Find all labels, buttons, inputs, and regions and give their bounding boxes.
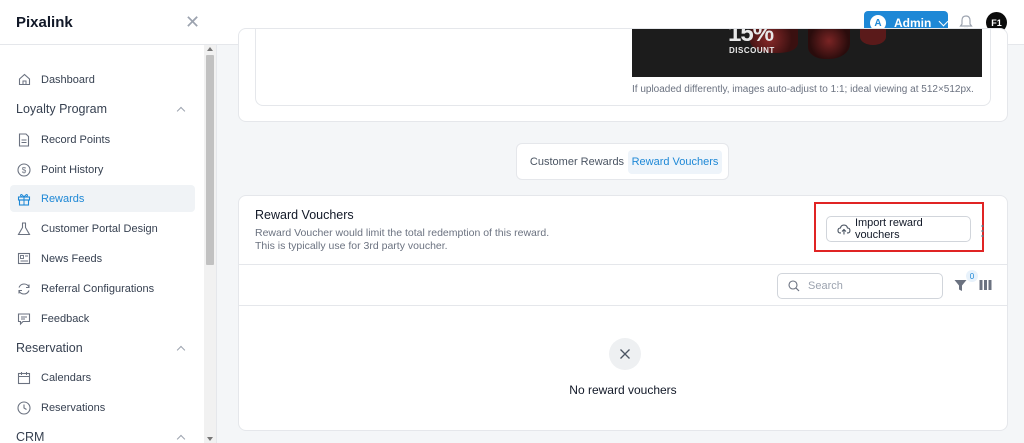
- image-upload-panel: 15% DISCOUNT If uploaded differently, im…: [255, 29, 991, 106]
- sidebar-item-label: Feedback: [41, 312, 90, 325]
- empty-state-text: No reward vouchers: [569, 383, 677, 397]
- sidebar-item-record-points[interactable]: Record Points: [10, 126, 195, 153]
- reward-image[interactable]: 15% DISCOUNT: [632, 29, 982, 77]
- search-input[interactable]: [808, 280, 928, 292]
- filter-count-badge: 0: [966, 270, 978, 282]
- sidebar-item-rewards[interactable]: Rewards: [10, 185, 195, 212]
- app-logo[interactable]: Pixalink: [16, 14, 73, 31]
- chevron-up-icon: [176, 345, 186, 354]
- sidebar-item-label: Referral Configurations: [41, 282, 155, 295]
- comment-icon: [17, 312, 31, 326]
- tab-reward-vouchers[interactable]: Reward Vouchers: [628, 150, 722, 174]
- gift-icon: [17, 192, 31, 206]
- sidebar-item-label: News Feeds: [41, 252, 103, 265]
- filter-icon[interactable]: [954, 279, 967, 292]
- document-icon: [17, 132, 31, 147]
- empty-state-close-icon: [609, 338, 641, 370]
- sidebar-item-label: Point History: [41, 163, 104, 176]
- section-loyalty-program[interactable]: Loyalty Program: [16, 99, 188, 119]
- sidebar-item-dashboard[interactable]: Dashboard: [10, 66, 195, 93]
- scrollbar-thumb[interactable]: [206, 55, 214, 265]
- search-icon: [788, 280, 800, 292]
- image-meat-shape: [860, 29, 886, 45]
- home-icon: [17, 73, 31, 87]
- tab-customer-rewards[interactable]: Customer Rewards: [525, 150, 629, 174]
- more-vertical-icon[interactable]: [981, 224, 984, 238]
- sidebar-item-label: Reservations: [41, 401, 106, 414]
- sidebar-item-label: Record Points: [41, 133, 111, 146]
- search-field[interactable]: [777, 273, 943, 299]
- reward-image-card: 15% DISCOUNT If uploaded differently, im…: [238, 28, 1008, 122]
- section-title: Reward Vouchers: [255, 208, 354, 222]
- section-label: Loyalty Program: [16, 102, 108, 116]
- dollar-circle-icon: $: [17, 162, 31, 177]
- sidebar-item-reservations[interactable]: Reservations: [10, 394, 195, 421]
- chevron-down-icon: [938, 16, 949, 26]
- chevron-up-icon: [176, 434, 186, 443]
- chevron-up-icon: [176, 106, 186, 115]
- sidebar-item-label: Customer Portal Design: [41, 222, 158, 235]
- flask-icon: [17, 221, 31, 236]
- sidebar-item-label: Dashboard: [41, 73, 95, 86]
- section-description: This is typically use for 3rd party vouc…: [255, 240, 448, 252]
- image-size-hint: If uploaded differently, images auto-adj…: [632, 84, 974, 95]
- sidebar-scrollbar[interactable]: [204, 45, 216, 443]
- section-crm[interactable]: CRM: [16, 427, 188, 443]
- columns-icon[interactable]: [979, 279, 992, 291]
- divider: [239, 305, 1007, 306]
- cloud-upload-icon: [837, 224, 851, 235]
- reward-tabs: Customer Rewards Reward Vouchers: [516, 143, 729, 180]
- sidebar-item-news-feeds[interactable]: News Feeds: [10, 245, 195, 272]
- sidebar-item-point-history[interactable]: $ Point History: [10, 156, 195, 183]
- sidebar-item-referral-configurations[interactable]: Referral Configurations: [10, 275, 195, 302]
- refresh-icon: [17, 282, 31, 296]
- promo-discount-text: DISCOUNT: [729, 46, 775, 55]
- calendar-icon: [17, 371, 31, 385]
- image-meat-shape: [808, 29, 850, 59]
- section-reservation[interactable]: Reservation: [16, 338, 188, 358]
- newspaper-icon: [17, 252, 31, 266]
- svg-text:$: $: [22, 166, 27, 175]
- scroll-down-arrow-icon[interactable]: [207, 437, 213, 441]
- sidebar-item-calendars[interactable]: Calendars: [10, 364, 195, 391]
- sidebar-item-label: Calendars: [41, 371, 92, 384]
- sidebar-item-feedback[interactable]: Feedback: [10, 305, 195, 332]
- import-reward-vouchers-button[interactable]: Import reward vouchers: [826, 216, 971, 242]
- reward-vouchers-card: Reward Vouchers Reward Voucher would lim…: [238, 195, 1008, 431]
- section-label: CRM: [16, 430, 45, 443]
- section-label: Reservation: [16, 341, 83, 355]
- scroll-up-arrow-icon[interactable]: [207, 47, 213, 51]
- section-description: Reward Voucher would limit the total red…: [255, 227, 550, 239]
- clock-icon: [17, 400, 31, 415]
- import-button-label: Import reward vouchers: [854, 217, 923, 241]
- divider: [239, 264, 1007, 265]
- sidebar-item-customer-portal-design[interactable]: Customer Portal Design: [10, 215, 195, 242]
- close-sidebar-icon[interactable]: ✕: [185, 13, 201, 31]
- sidebar: Dashboard Loyalty Program Record Points …: [0, 45, 217, 443]
- sidebar-item-label: Rewards: [41, 192, 85, 205]
